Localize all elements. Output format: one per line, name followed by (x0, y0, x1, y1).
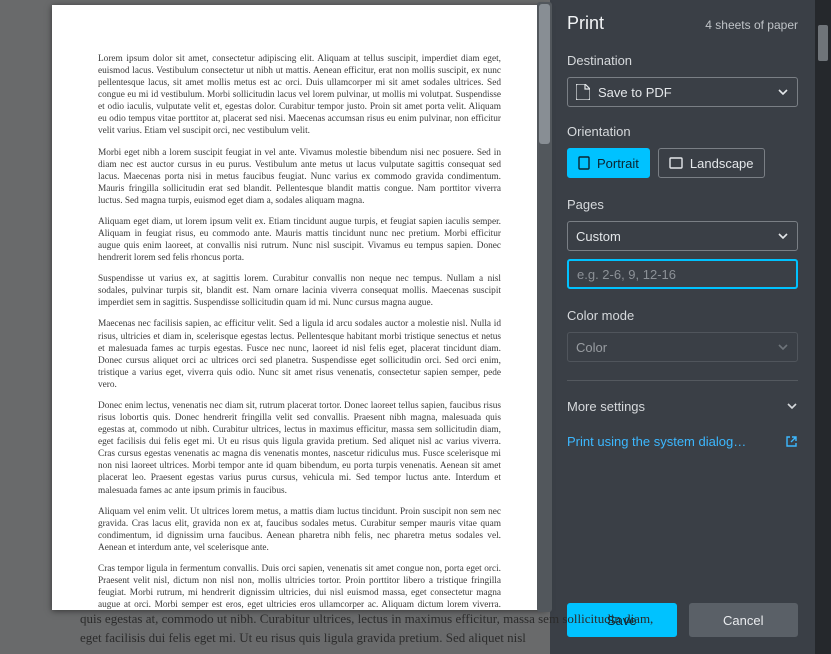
preview-paragraph: Cras tempor ligula in fermentum convalli… (98, 563, 501, 610)
portrait-button[interactable]: Portrait (567, 148, 650, 178)
pages-label: Pages (567, 197, 798, 212)
sheet-count: 4 sheets of paper (705, 18, 798, 32)
preview-paragraph: Morbi eget nibh a lorem suscipit feugiat… (98, 147, 501, 207)
destination-label: Destination (567, 53, 798, 68)
chevron-down-icon (777, 341, 789, 353)
system-dialog-link[interactable]: Print using the system dialog… (567, 430, 798, 452)
pages-mode-value: Custom (576, 229, 621, 244)
external-link-icon (785, 435, 798, 448)
pdf-icon (576, 84, 590, 100)
window-edge-scrollbar-thumb[interactable] (818, 25, 828, 61)
pages-range-input[interactable] (567, 259, 798, 289)
window-edge-scrollbar[interactable] (815, 0, 831, 654)
preview-paragraph: Aliquam eget diam, ut lorem ipsum velit … (98, 216, 501, 264)
print-preview-pane: quis egestas at, commodo ut nibh. Curabi… (0, 0, 550, 654)
preview-scrollbar-thumb[interactable] (539, 4, 550, 144)
preview-paragraph: Aliquam vel enim velit. Ut ultrices lore… (98, 506, 501, 554)
destination-select[interactable]: Save to PDF (567, 77, 798, 107)
preview-paragraph: Suspendisse ut varius ex, at sagittis lo… (98, 273, 501, 309)
divider (567, 380, 798, 381)
preview-paragraph: Maecenas nec facilisis sapien, ac effici… (98, 318, 501, 390)
chevron-down-icon (786, 400, 798, 412)
chevron-down-icon (777, 230, 789, 242)
more-settings-label: More settings (567, 399, 645, 414)
orientation-label: Orientation (567, 124, 798, 139)
landscape-button[interactable]: Landscape (658, 148, 765, 178)
orientation-toggle-group: Portrait Landscape (567, 148, 798, 178)
color-mode-value: Color (576, 340, 607, 355)
chevron-down-icon (777, 86, 789, 98)
preview-scroll-area: Lorem ipsum dolor sit amet, consectetur … (15, 0, 555, 654)
portrait-label: Portrait (597, 156, 639, 171)
more-settings-row[interactable]: More settings (567, 395, 798, 417)
preview-paragraph: Lorem ipsum dolor sit amet, consectetur … (98, 53, 501, 138)
panel-header: Print 4 sheets of paper (567, 0, 798, 50)
print-settings-panel: Print 4 sheets of paper Destination Save… (550, 0, 815, 654)
panel-title: Print (567, 13, 604, 34)
portrait-icon (578, 156, 590, 170)
preview-page-1: Lorem ipsum dolor sit amet, consectetur … (52, 5, 547, 610)
preview-scrollbar[interactable] (537, 2, 552, 612)
color-mode-label: Color mode (567, 308, 798, 323)
preview-paragraph: Donec enim lectus, venenatis nec diam si… (98, 400, 501, 497)
landscape-icon (669, 157, 683, 169)
color-mode-select[interactable]: Color (567, 332, 798, 362)
landscape-label: Landscape (690, 156, 754, 171)
pages-mode-select[interactable]: Custom (567, 221, 798, 251)
system-dialog-label: Print using the system dialog… (567, 434, 746, 449)
destination-value: Save to PDF (598, 85, 672, 100)
cancel-button[interactable]: Cancel (689, 603, 799, 637)
